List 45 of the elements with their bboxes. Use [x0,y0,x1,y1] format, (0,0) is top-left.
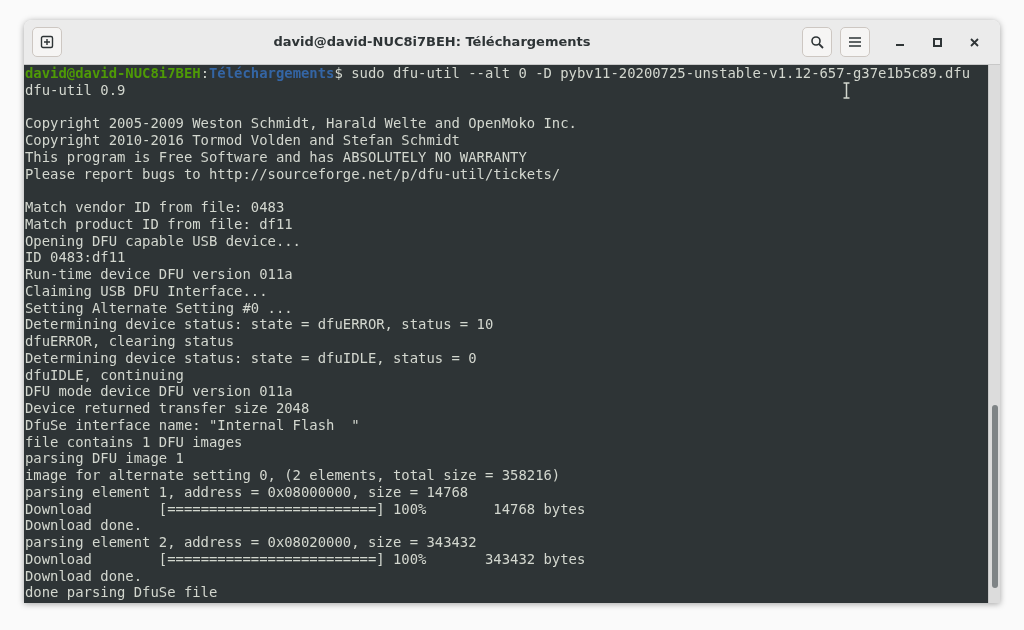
output-line: parsing element 1, address = 0x08000000, size = 14768 [25,483,469,500]
output-line: Download done. [25,567,143,584]
window-title: david@david-NUC8i7BEH: Téléchargements [272,33,592,52]
text-cursor-icon [843,82,850,99]
output-line: ID 0483:df11 [25,249,126,266]
scrollbar[interactable] [988,65,1000,603]
search-icon [810,35,824,49]
output-line: Opening DFU capable USB device... [25,232,301,249]
menu-button[interactable] [840,27,870,57]
scrollbar-thumb[interactable] [992,405,998,588]
search-button[interactable] [802,27,832,57]
output-line: parsing DFU image 1 [25,450,184,467]
prompt-path: Téléchargements [209,65,335,81]
output-line: Match product ID from file: df11 [25,215,293,232]
output-line: Device returned transfer size 2048 [25,400,310,416]
output-line: Copyright 2005-2009 Weston Schmidt, Harald Welte and OpenMoko Inc. [25,115,577,132]
output-line: Setting Alternate Setting #0 ... [25,299,293,316]
new-tab-button[interactable] [32,27,62,57]
output-line: DFU mode device DFU version 011a [25,383,293,400]
output-line: Please report bugs to http://sourceforge.net/p/dfu-util/tickets/ [25,165,561,182]
maximize-icon [932,37,942,47]
output-line: Match vendor ID from file: 0483 [25,199,285,215]
output-line: Download [=========================] 100% 14768 bytes [25,500,586,517]
output-line: image for alternate setting 0, (2 elements, total size = 358216) [25,467,561,483]
output-line: DfuSe interface name: "Internal Flash " [25,416,360,433]
output-line: file contains 1 DFU images [25,433,243,450]
prompt-separator: : [200,65,209,81]
output-line: Download [=========================] 100% 343432 bytes [25,550,586,567]
output-line: dfu-util 0.9 [25,81,126,98]
output-line: Download done. [25,517,143,534]
output-line: This program is Free Software and has ABSOLUTELY NO WARRANTY [25,148,527,165]
output-line: dfuIDLE, continuing [25,366,184,383]
output-line: Claiming USB DFU Interface... [25,282,268,299]
output-line: parsing element 2, address = 0x08020000, size = 343432 [25,534,477,550]
close-icon [969,37,979,47]
output-line: Run-time device DFU version 011a [25,266,293,282]
output-line: Determining device status: state = dfuIDLE, status = 0 [25,349,477,366]
output-line: dfuERROR, clearing status [25,333,235,349]
command-text: $ sudo dfu-util --alt 0 -D pybv11-20200725-unstable-v1.12-657-g37e1b5c89.dfu [334,65,971,81]
output-line: done parsing DfuSe file [25,584,218,601]
output-line: Copyright 2010-2016 Tormod Volden and Stefan Schmidt [25,132,460,148]
prompt-user: david@david-NUC8i7BEH [25,65,201,81]
menu-icon [849,37,861,47]
new-tab-icon [40,35,54,49]
output-line: Determining device status: state = dfuERROR, status = 10 [25,316,494,333]
